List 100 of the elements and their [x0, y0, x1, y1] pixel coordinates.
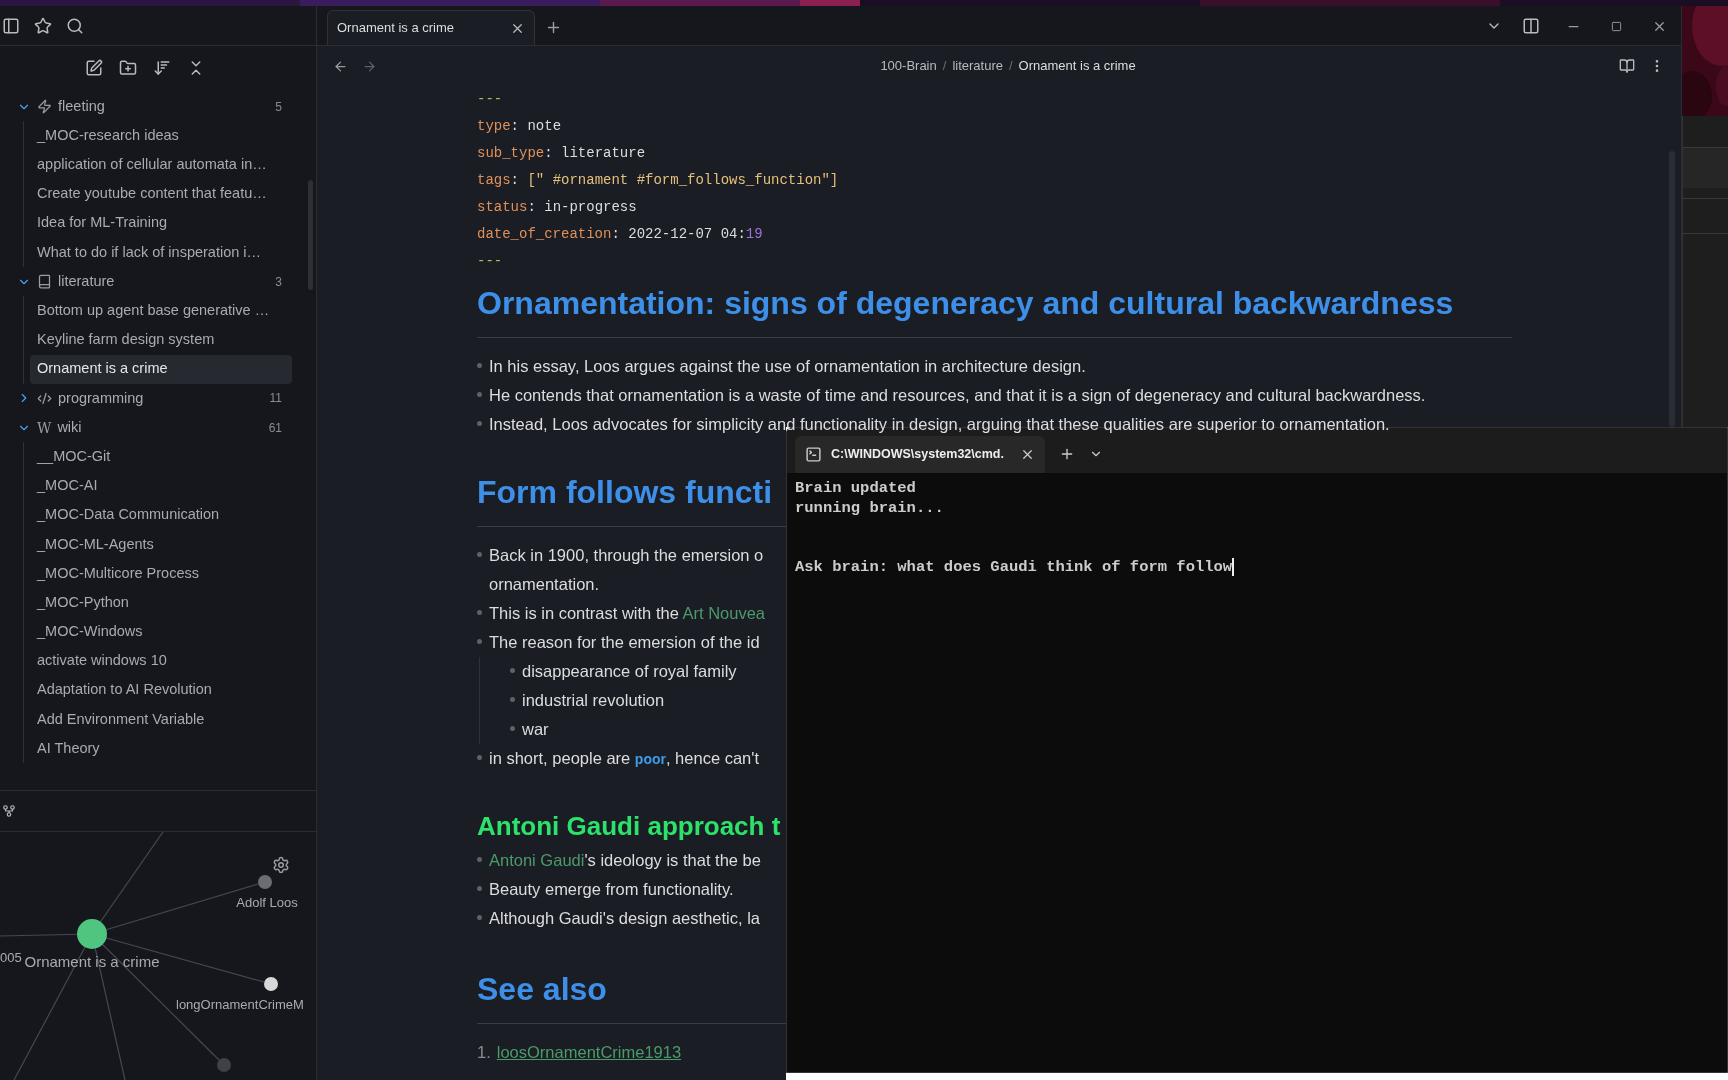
heading: Ornamentation: signs of degeneracy and cultural backwardness: [477, 284, 1455, 323]
breadcrumb-item[interactable]: Ornament is a crime: [1018, 56, 1136, 76]
new-tab-icon[interactable]: [545, 19, 562, 36]
terminal-line: Brain updated: [795, 478, 916, 498]
terminal-line: running brain...: [795, 498, 944, 518]
new-folder-icon[interactable]: [119, 59, 137, 77]
file-item[interactable]: Bottom up agent base generative …: [30, 296, 292, 326]
file-item[interactable]: Ornament is a crime: [30, 354, 292, 384]
file-item[interactable]: AI Theory: [30, 734, 292, 764]
file-item[interactable]: __MOC-Git: [30, 442, 292, 472]
new-tab-icon[interactable]: [1059, 446, 1075, 462]
frontmatter-line: status: in-progress: [477, 198, 637, 217]
terminal-tab[interactable]: C:\WINDOWS\system32\cmd.: [795, 436, 1045, 473]
bullet-text: disappearance of royal family: [522, 661, 737, 682]
file-item[interactable]: _MOC-Windows: [30, 617, 292, 647]
frontmatter-line: type: note: [477, 117, 562, 136]
frontmatter-line: tags: [" #ornament #form_follows_function"]: [477, 171, 839, 190]
file-item[interactable]: application of cellular automata in…: [30, 150, 292, 180]
node-label: 005: [0, 950, 22, 965]
graph-node[interactable]: [258, 875, 272, 889]
frontmatter-line: sub_type: literature: [477, 144, 646, 163]
file-item[interactable]: _MOC-ML-Agents: [30, 529, 292, 559]
folder-row[interactable]: programming 11: [14, 383, 292, 414]
bullet-icon: [477, 552, 482, 557]
editor-tab[interactable]: Ornament is a crime: [327, 10, 535, 45]
internal-link[interactable]: Art Nouvea: [682, 604, 766, 622]
graph-icon[interactable]: [2, 804, 16, 818]
note-count: 3: [275, 273, 282, 291]
folder-label: wiki: [57, 417, 83, 437]
file-item[interactable]: What to do if lack of insperation i…: [30, 237, 292, 268]
file-item[interactable]: Adaptation to AI Revolution: [30, 675, 292, 705]
graph-node[interactable]: [217, 1058, 231, 1072]
file-item[interactable]: activate windows 10: [30, 646, 292, 676]
new-note-icon[interactable]: [85, 59, 103, 77]
bullet-icon: [510, 697, 515, 702]
file-item[interactable]: Add Environment Variable: [30, 704, 292, 735]
sort-icon[interactable]: [153, 59, 171, 77]
bookmark-star-icon[interactable]: [34, 16, 52, 35]
file-item[interactable]: Idea for ML-Training: [30, 208, 292, 238]
breadcrumb-separator: /: [942, 57, 947, 76]
bullet-text: war: [522, 719, 549, 740]
file-item[interactable]: _MOC-AI: [30, 471, 292, 501]
terminal-icon: [805, 446, 822, 463]
reading-view-icon[interactable]: [1619, 58, 1635, 74]
forward-icon[interactable]: [362, 58, 377, 74]
bullet-text: The reason for the emersion of the id: [489, 632, 760, 653]
back-icon[interactable]: [333, 58, 348, 74]
breadcrumb-item[interactable]: 100-Brain: [880, 56, 937, 76]
code-icon: [37, 390, 52, 406]
bullet-icon: [477, 639, 482, 644]
graph-node[interactable]: [264, 977, 278, 991]
bullet-icon: [477, 421, 482, 426]
internal-link[interactable]: loosOrnamentCrime1913: [496, 1038, 682, 1067]
folder-row[interactable]: W wiki 61: [14, 413, 292, 443]
breadcrumb-item[interactable]: literature: [952, 56, 1003, 76]
graph-node[interactable]: [77, 919, 107, 949]
scrollbar[interactable]: [308, 180, 313, 290]
folder-label: fleeting: [58, 96, 106, 116]
bullet-icon: [477, 755, 482, 760]
right-sidebar-icon[interactable]: [1522, 17, 1540, 35]
close-tab-icon[interactable]: [1020, 447, 1035, 462]
graph-view[interactable]: Ornament is a crime Adolf Loos longOrnamentCrimeM 005: [0, 832, 316, 1080]
file-item[interactable]: Create youtube content that featu…: [30, 179, 292, 209]
bullet-text: Although Gaudi's design aesthetic, la: [489, 908, 760, 929]
bullet-text: Back in 1900, through the emersion o: [489, 545, 764, 566]
wiki-icon: W: [37, 420, 52, 435]
breadcrumb-separator: /: [1008, 57, 1013, 76]
settings-icon[interactable]: [272, 856, 290, 874]
internal-link[interactable]: Antoni Gaudi: [489, 851, 585, 869]
bullet-text: Instead, Loos advocates for simplicity and functionality in design, arguing that these qualities are superior to ornamentation.: [489, 414, 1390, 435]
search-icon[interactable]: [66, 16, 84, 35]
bullet-text: industrial revolution: [522, 690, 665, 711]
file-item[interactable]: Keyline farm design system: [30, 325, 292, 355]
bullet-icon: [477, 886, 482, 891]
frontmatter-delimiter: ---: [477, 252, 503, 271]
bullet-icon: [477, 610, 482, 615]
list-number: 1.: [477, 1042, 491, 1063]
bullet-text: In his essay, Loos argues against the use of ornamentation in architecture design.: [489, 356, 1086, 377]
file-item[interactable]: _MOC-Python: [30, 588, 292, 618]
node-label: longOrnamentCrimeM: [176, 997, 304, 1012]
bullet-text: This is in contrast with the Art Nouvea: [489, 603, 766, 624]
maximize-icon[interactable]: [1611, 20, 1622, 32]
scrollbar[interactable]: [1669, 151, 1675, 427]
heading: Antoni Gaudi approach t: [477, 810, 782, 843]
folder-row[interactable]: literature 3: [14, 267, 292, 297]
bullet-icon: [510, 668, 515, 673]
folder-label: programming: [58, 388, 145, 408]
bullet-icon: [477, 392, 482, 397]
frontmatter-line: date_of_creation: 2022-12-07 04:19: [477, 225, 763, 244]
file-item[interactable]: _MOC-Data Communication: [30, 500, 292, 530]
bullet-icon: [477, 363, 482, 368]
bullet-text: ornamentation.: [489, 574, 601, 595]
folder-row[interactable]: fleeting 5: [14, 92, 292, 122]
heading: Form follows functi: [477, 473, 774, 512]
file-item[interactable]: _MOC-research ideas: [30, 121, 292, 151]
sidebar-toggle-icon[interactable]: [2, 16, 20, 35]
frontmatter-delimiter: ---: [477, 90, 503, 109]
node-label: Ornament is a crime: [24, 953, 160, 970]
bullet-icon: [477, 857, 482, 862]
file-item[interactable]: _MOC-Multicore Process: [30, 559, 292, 589]
